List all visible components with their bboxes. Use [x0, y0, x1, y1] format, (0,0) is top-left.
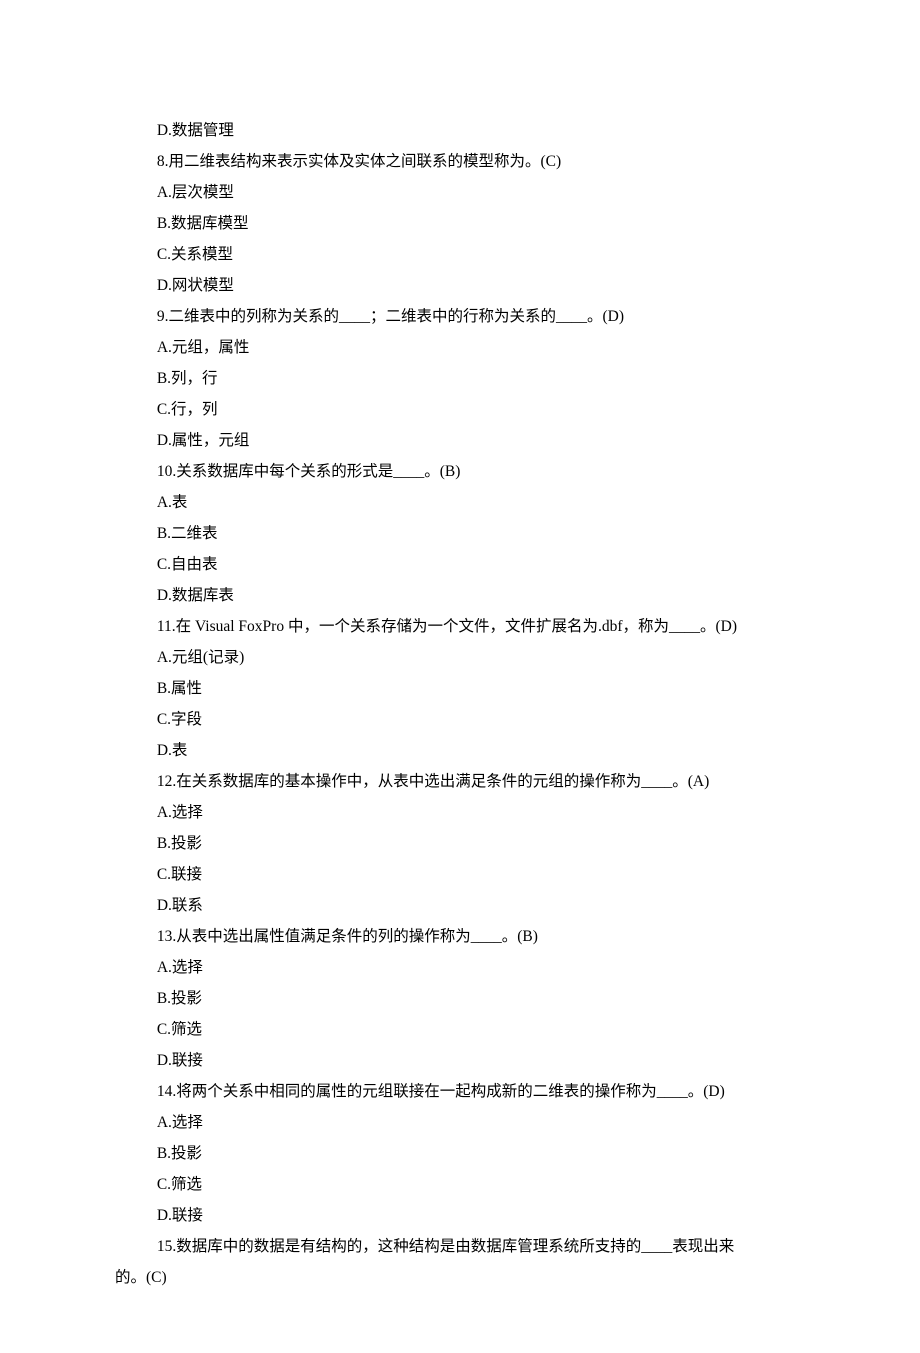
text-line: A.选择 — [115, 1107, 805, 1138]
text-line: C.联接 — [115, 859, 805, 890]
text-line: 14.将两个关系中相同的属性的元组联接在一起构成新的二维表的操作称为____。(… — [115, 1076, 805, 1107]
text-line: D.属性，元组 — [115, 425, 805, 456]
text-line: D.联接 — [115, 1045, 805, 1076]
text-line: A.元组(记录) — [115, 642, 805, 673]
text-line: 11.在 Visual FoxPro 中，一个关系存储为一个文件，文件扩展名为.… — [115, 611, 805, 642]
text-line: 10.关系数据库中每个关系的形式是____。(B) — [115, 456, 805, 487]
text-line: B.投影 — [115, 983, 805, 1014]
text-line: 的。(C) — [115, 1262, 805, 1293]
document-content: D.数据管理8.用二维表结构来表示实体及实体之间联系的模型称为。(C)A.层次模… — [115, 115, 805, 1293]
text-line: C.自由表 — [115, 549, 805, 580]
text-line: B.投影 — [115, 828, 805, 859]
text-line: D.联接 — [115, 1200, 805, 1231]
text-line: B.数据库模型 — [115, 208, 805, 239]
text-line: C.行，列 — [115, 394, 805, 425]
text-line: B.二维表 — [115, 518, 805, 549]
text-line: A.选择 — [115, 797, 805, 828]
text-line: D.网状模型 — [115, 270, 805, 301]
text-line: B.属性 — [115, 673, 805, 704]
text-line: 9.二维表中的列称为关系的____；二维表中的行称为关系的____。(D) — [115, 301, 805, 332]
text-line: A.选择 — [115, 952, 805, 983]
text-line: 15.数据库中的数据是有结构的，这种结构是由数据库管理系统所支持的____表现出… — [115, 1231, 805, 1262]
text-line: 13.从表中选出属性值满足条件的列的操作称为____。(B) — [115, 921, 805, 952]
text-line: D.数据库表 — [115, 580, 805, 611]
text-line: A.表 — [115, 487, 805, 518]
text-line: C.筛选 — [115, 1014, 805, 1045]
text-line: D.表 — [115, 735, 805, 766]
text-line: D.联系 — [115, 890, 805, 921]
text-line: C.关系模型 — [115, 239, 805, 270]
text-line: C.筛选 — [115, 1169, 805, 1200]
text-line: 12.在关系数据库的基本操作中，从表中选出满足条件的元组的操作称为____。(A… — [115, 766, 805, 797]
text-line: C.字段 — [115, 704, 805, 735]
text-line: A.元组，属性 — [115, 332, 805, 363]
text-line: A.层次模型 — [115, 177, 805, 208]
text-line: 8.用二维表结构来表示实体及实体之间联系的模型称为。(C) — [115, 146, 805, 177]
text-line: B.列，行 — [115, 363, 805, 394]
text-line: D.数据管理 — [115, 115, 805, 146]
text-line: B.投影 — [115, 1138, 805, 1169]
